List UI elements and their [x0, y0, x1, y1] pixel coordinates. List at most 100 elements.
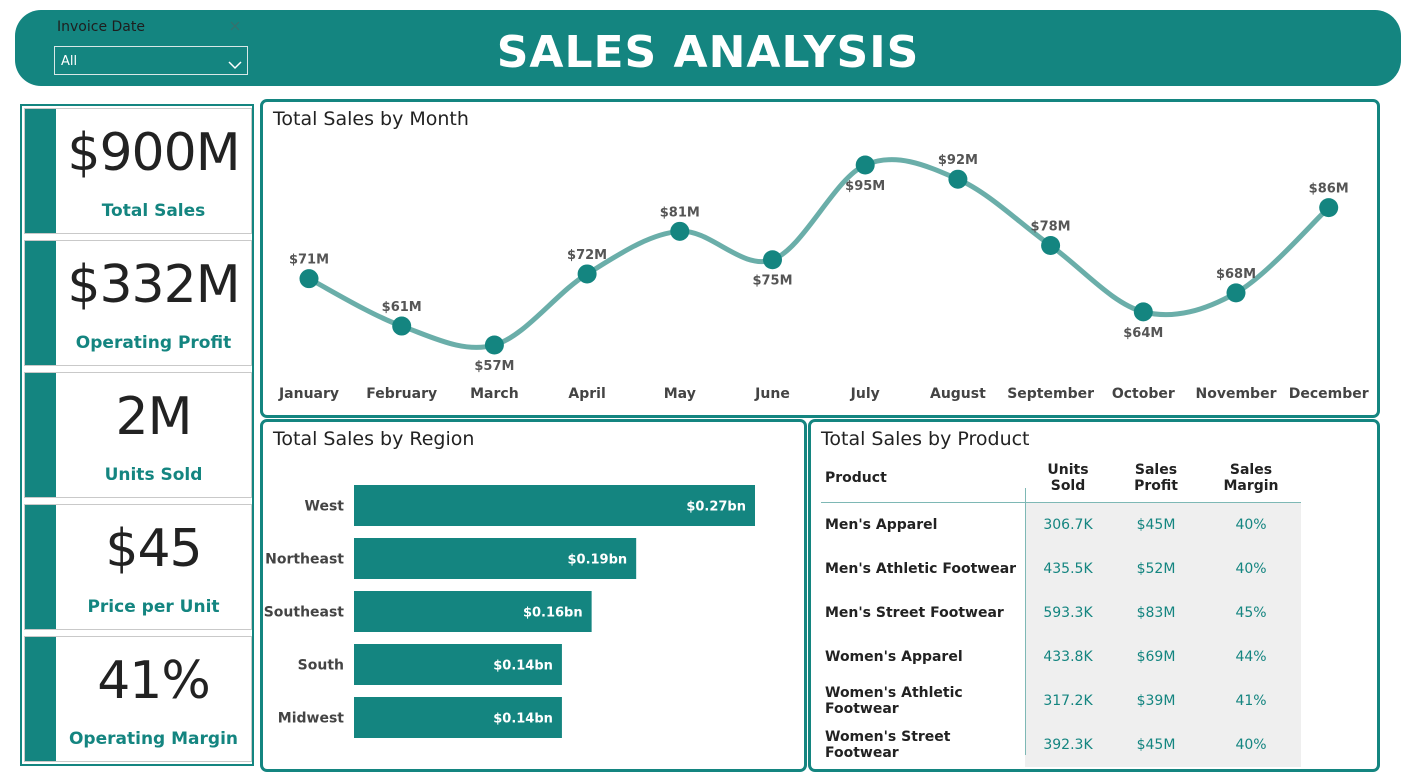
data-point-september[interactable]	[1041, 236, 1061, 256]
chevron-down-icon	[228, 55, 242, 74]
product-name: Men's Apparel	[825, 516, 938, 533]
sales-profit-cell: $45M	[1111, 502, 1201, 547]
units-sold-cell: 593.3K	[1025, 590, 1111, 635]
table-row[interactable]: Women's Athletic Footwear 317.2K $39M 41…	[821, 678, 1301, 723]
kpi-accent-bar	[25, 637, 56, 761]
invoice-date-filter-label: Invoice Date	[57, 19, 145, 35]
kpi-accent-bar	[25, 505, 56, 629]
kpi-card-total-sales: $900M Total Sales	[24, 108, 252, 234]
data-label: $71M	[289, 253, 329, 268]
y-axis-tick-label: South	[298, 658, 344, 674]
data-point-december[interactable]	[1319, 198, 1339, 218]
units-sold-cell: 433.8K	[1025, 634, 1111, 679]
sales-margin-cell: 40%	[1201, 546, 1301, 591]
x-axis-tick-label: May	[664, 386, 696, 402]
kpi-card-operating-margin: 41% Operating Margin	[24, 636, 252, 762]
kpi-column: $900M Total Sales $332M Operating Profit…	[20, 104, 254, 766]
data-label: $81M	[660, 205, 700, 220]
kpi-value: $332M	[67, 255, 240, 315]
data-point-march[interactable]	[484, 335, 504, 355]
kpi-accent-bar	[25, 241, 56, 365]
kpi-label: Total Sales	[101, 201, 206, 221]
product-name: Men's Street Footwear	[825, 604, 1004, 621]
y-axis-tick-label: West	[305, 499, 345, 515]
data-label: $86M	[1309, 182, 1349, 197]
product-name: Women's Street Footwear	[825, 728, 951, 761]
units-sold-cell: 392.3K	[1025, 722, 1111, 767]
x-axis-tick-label: September	[1007, 386, 1094, 402]
kpi-value: 2M	[115, 387, 193, 447]
sales-by-month-chart: $71M January $61M February $57M March $72M Apri…	[278, 153, 1369, 402]
data-point-july[interactable]	[855, 155, 875, 175]
sales-profit-cell: $69M	[1111, 634, 1201, 679]
sales-by-month-panel: Total Sales by Month $71M January $61M Febr…	[260, 99, 1380, 418]
kpi-label: Operating Profit	[75, 333, 232, 353]
sales-by-region-panel: Total Sales by Region West $0.27bn Northea…	[260, 419, 807, 772]
product-name: Men's Athletic Footwear	[825, 560, 1017, 577]
data-point-april[interactable]	[577, 264, 597, 284]
table-row[interactable]: Women's Apparel 433.8K $69M 44%	[821, 634, 1301, 679]
column-divider	[1025, 488, 1026, 755]
data-point-november[interactable]	[1226, 283, 1246, 303]
sales-margin-cell: 45%	[1201, 590, 1301, 635]
data-label: $92M	[938, 153, 978, 168]
invoice-date-dropdown[interactable]: All	[54, 46, 248, 75]
y-axis-tick-label: Northeast	[265, 552, 344, 568]
kpi-value: 41%	[97, 651, 211, 711]
data-point-june[interactable]	[763, 250, 782, 270]
x-axis-tick-label: August	[930, 386, 986, 402]
column-header-sales-margin[interactable]: Sales Margin	[1201, 458, 1301, 503]
x-axis-tick-label: July	[850, 386, 880, 402]
table-row[interactable]: Men's Athletic Footwear 435.5K $52M 40%	[821, 546, 1301, 591]
sales-profit-cell: $52M	[1111, 546, 1201, 591]
data-point-august[interactable]	[948, 169, 968, 189]
column-header-units-sold[interactable]: Units Sold	[1025, 458, 1111, 503]
x-axis-tick-label: November	[1196, 386, 1277, 402]
column-header-sales-profit[interactable]: Sales Profit	[1111, 458, 1201, 503]
table-row[interactable]: Men's Apparel 306.7K $45M 40%	[821, 502, 1301, 547]
sales-by-product-title: Total Sales by Product	[821, 428, 1030, 450]
sales-trend-line	[306, 157, 1332, 350]
kpi-label: Operating Margin	[68, 729, 239, 749]
data-label: $61M	[382, 300, 422, 315]
kpi-accent-bar	[25, 109, 56, 233]
sales-margin-cell: 41%	[1201, 678, 1301, 723]
table-header-row: Product Units Sold Sales Profit Sales Ma…	[821, 458, 1301, 503]
y-axis-tick-label: Southeast	[264, 605, 345, 621]
x-axis-tick-label: October	[1112, 386, 1175, 402]
table-row[interactable]: Women's Street Footwear 392.3K $45M 40%	[821, 722, 1301, 767]
data-point-january[interactable]	[299, 269, 319, 289]
kpi-accent-bar	[25, 373, 56, 497]
clear-filter-icon[interactable]	[230, 19, 240, 35]
data-label: $75M	[752, 274, 792, 289]
data-label: $72M	[567, 248, 607, 263]
kpi-card-operating-profit: $332M Operating Profit	[24, 240, 252, 366]
data-label: $0.14bn	[493, 712, 553, 727]
product-name: Women's Apparel	[825, 648, 963, 665]
data-label: $68M	[1216, 267, 1256, 282]
data-point-may[interactable]	[670, 221, 690, 241]
kpi-label: Price per Unit	[87, 597, 220, 617]
data-point-october[interactable]	[1133, 302, 1153, 322]
product-table: Product Units Sold Sales Profit Sales Ma…	[821, 458, 1301, 767]
data-point-february[interactable]	[392, 316, 412, 336]
kpi-card-units-sold: 2M Units Sold	[24, 372, 252, 498]
column-header-product[interactable]: Product	[821, 458, 1025, 503]
x-axis-tick-label: February	[366, 386, 437, 402]
data-label: $0.27bn	[686, 500, 746, 515]
sales-by-product-panel: Total Sales by Product Product Units Sol…	[808, 419, 1380, 772]
sales-profit-cell: $39M	[1111, 678, 1201, 723]
sales-profit-cell: $83M	[1111, 590, 1201, 635]
kpi-label: Units Sold	[104, 465, 203, 485]
sales-margin-cell: 40%	[1201, 722, 1301, 767]
data-label: $57M	[474, 359, 514, 374]
data-label: $0.14bn	[493, 659, 553, 674]
units-sold-cell: 306.7K	[1025, 502, 1111, 547]
kpi-value: $45	[105, 519, 202, 579]
data-label: $95M	[845, 179, 885, 194]
table-row[interactable]: Men's Street Footwear 593.3K $83M 45%	[821, 590, 1301, 635]
invoice-date-selected-value: All	[61, 54, 78, 69]
sales-by-region-chart: West $0.27bn Northeast $0.19bn Southeast $0.1…	[264, 485, 755, 738]
sales-margin-cell: 44%	[1201, 634, 1301, 679]
sales-margin-cell: 40%	[1201, 502, 1301, 547]
